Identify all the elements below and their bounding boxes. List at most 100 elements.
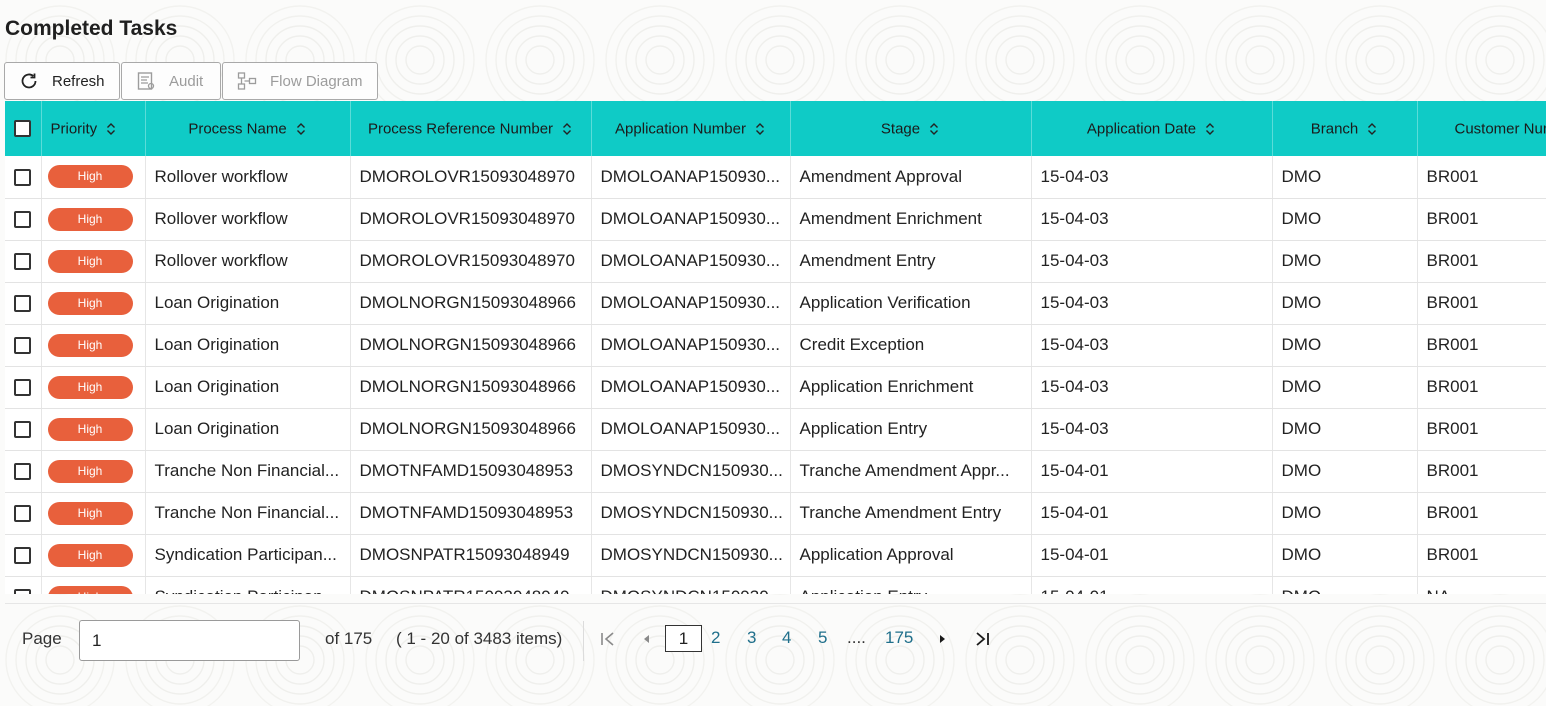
customer-number-cell: NA [1417,576,1546,594]
application-number-cell: DMOLOANAP150930... [591,366,791,409]
row-checkbox[interactable] [14,547,32,565]
application-date-cell: 15-04-01 [1031,576,1273,594]
row-checkbox[interactable] [14,421,32,439]
row-select-cell [5,576,42,594]
select-all-header [5,101,42,156]
priority-badge: High [47,417,133,441]
column-header-process-reference-number[interactable]: Process Reference Number [350,101,592,156]
next-page-icon[interactable] [938,626,948,652]
column-header-stage[interactable]: Stage [790,101,1032,156]
column-header-priority[interactable]: Priority [41,101,146,156]
table-row[interactable]: High Rollover workflow DMOROLOVR1509304897… [5,156,1546,199]
page-button-current[interactable]: 1 [665,625,702,652]
tasks-table: Priority Process Name Process Reference … [5,101,1546,594]
select-all-checkbox[interactable] [14,120,32,138]
table-row[interactable]: High Loan Origination DMOLNORGN15093048966… [5,366,1546,409]
row-select-cell [5,198,42,241]
sort-icon [930,122,939,135]
process-name-cell: Loan Origination [145,282,351,325]
stage-cell: Tranche Amendment Appr... [790,450,1032,493]
table-row[interactable]: High Loan Origination DMOLNORGN15093048966… [5,282,1546,325]
application-number-cell: DMOSYNDCN150930... [591,534,791,577]
pager-separator [583,621,584,661]
table-row[interactable]: High Tranche Non Financial... DMOTNFAMD150… [5,450,1546,493]
column-header-application-number[interactable]: Application Number [591,101,791,156]
process-name-cell: Syndication Participan... [145,534,351,577]
sort-icon [296,122,305,135]
sort-icon [107,122,116,135]
branch-cell: DMO [1272,240,1418,283]
table-row[interactable]: High Syndication Participan...DMOSNPATR15… [5,534,1546,577]
priority-badge: High [47,207,133,231]
table-row[interactable]: High Loan Origination DMOLNORGN15093048966… [5,324,1546,367]
customer-number-cell: BR001 [1417,198,1546,241]
application-date-cell: 15-04-01 [1031,492,1273,535]
row-checkbox[interactable] [14,211,32,229]
priority-cell: High [41,534,146,577]
flow-diagram-button[interactable]: Flow Diagram [222,62,378,100]
refresh-button[interactable]: Refresh [4,62,120,100]
table-row[interactable]: High Loan Origination DMOLNORGN15093048966… [5,408,1546,451]
page-button-5[interactable]: 5 [818,628,827,648]
column-header-application-date[interactable]: Application Date [1031,101,1273,156]
process-ref-cell: DMOROLOVR15093048970 [350,240,592,283]
flow-diagram-label: Flow Diagram [270,72,363,90]
prev-page-icon[interactable] [641,626,651,652]
process-ref-cell: DMOROLOVR15093048970 [350,198,592,241]
branch-cell: DMO [1272,324,1418,367]
stage-cell: Amendment Enrichment [790,198,1032,241]
table-row[interactable]: High Syndication Participan...DMOSNPATR15… [5,576,1546,594]
refresh-icon [18,70,40,92]
column-header-customer-number[interactable]: Customer Number [1417,101,1546,156]
application-date-cell: 15-04-01 [1031,450,1273,493]
priority-cell: High [41,198,146,241]
column-header-process-name[interactable]: Process Name [145,101,351,156]
application-number-cell: DMOSYNDCN150930... [591,450,791,493]
priority-badge: High [47,543,133,567]
application-date-cell: 15-04-03 [1031,324,1273,367]
branch-cell: DMO [1272,450,1418,493]
priority-badge: High [47,459,133,483]
customer-number-cell: BR001 [1417,534,1546,577]
row-checkbox[interactable] [14,463,32,481]
customer-number-cell: BR001 [1417,366,1546,409]
branch-cell: DMO [1272,282,1418,325]
pagination-ellipsis: .... [847,628,866,647]
table-row[interactable]: High Rollover workflow DMOROLOVR1509304897… [5,240,1546,283]
column-header-branch[interactable]: Branch [1272,101,1418,156]
row-select-cell [5,240,42,283]
row-select-cell [5,324,42,367]
priority-cell: High [41,156,146,199]
branch-cell: DMO [1272,198,1418,241]
priority-badge: High [47,333,133,357]
priority-badge: High [47,585,133,594]
application-date-cell: 15-04-03 [1031,282,1273,325]
pagination: Page of 175 ( 1 - 20 of 3483 items) 1 2 … [0,604,1546,706]
priority-cell: High [41,408,146,451]
page-number-input[interactable] [79,620,300,661]
priority-badge: High [47,375,133,399]
stage-cell: Amendment Approval [790,156,1032,199]
row-checkbox[interactable] [14,337,32,355]
row-checkbox[interactable] [14,379,32,397]
row-checkbox[interactable] [14,168,32,186]
sort-icon [755,122,764,135]
priority-cell: High [41,282,146,325]
item-range: ( 1 - 20 of 3483 items) [396,629,563,648]
table-row[interactable]: High Rollover workflow DMOROLOVR1509304897… [5,198,1546,241]
row-checkbox[interactable] [14,505,32,523]
page-button-3[interactable]: 3 [747,628,756,648]
priority-badge: High [47,501,133,525]
page-button-last[interactable]: 175 [885,628,913,648]
page-button-4[interactable]: 4 [782,628,791,648]
row-checkbox[interactable] [14,295,32,313]
sort-icon [1206,122,1215,135]
table-row[interactable]: High Tranche Non Financial... DMOTNFAMD150… [5,492,1546,535]
last-page-icon[interactable] [974,626,990,652]
row-checkbox[interactable] [14,589,32,594]
row-checkbox[interactable] [14,253,32,271]
audit-button[interactable]: Audit [121,62,221,100]
page-button-2[interactable]: 2 [711,628,720,648]
process-name-cell: Rollover workflow [145,198,351,241]
first-page-icon[interactable] [600,626,616,652]
